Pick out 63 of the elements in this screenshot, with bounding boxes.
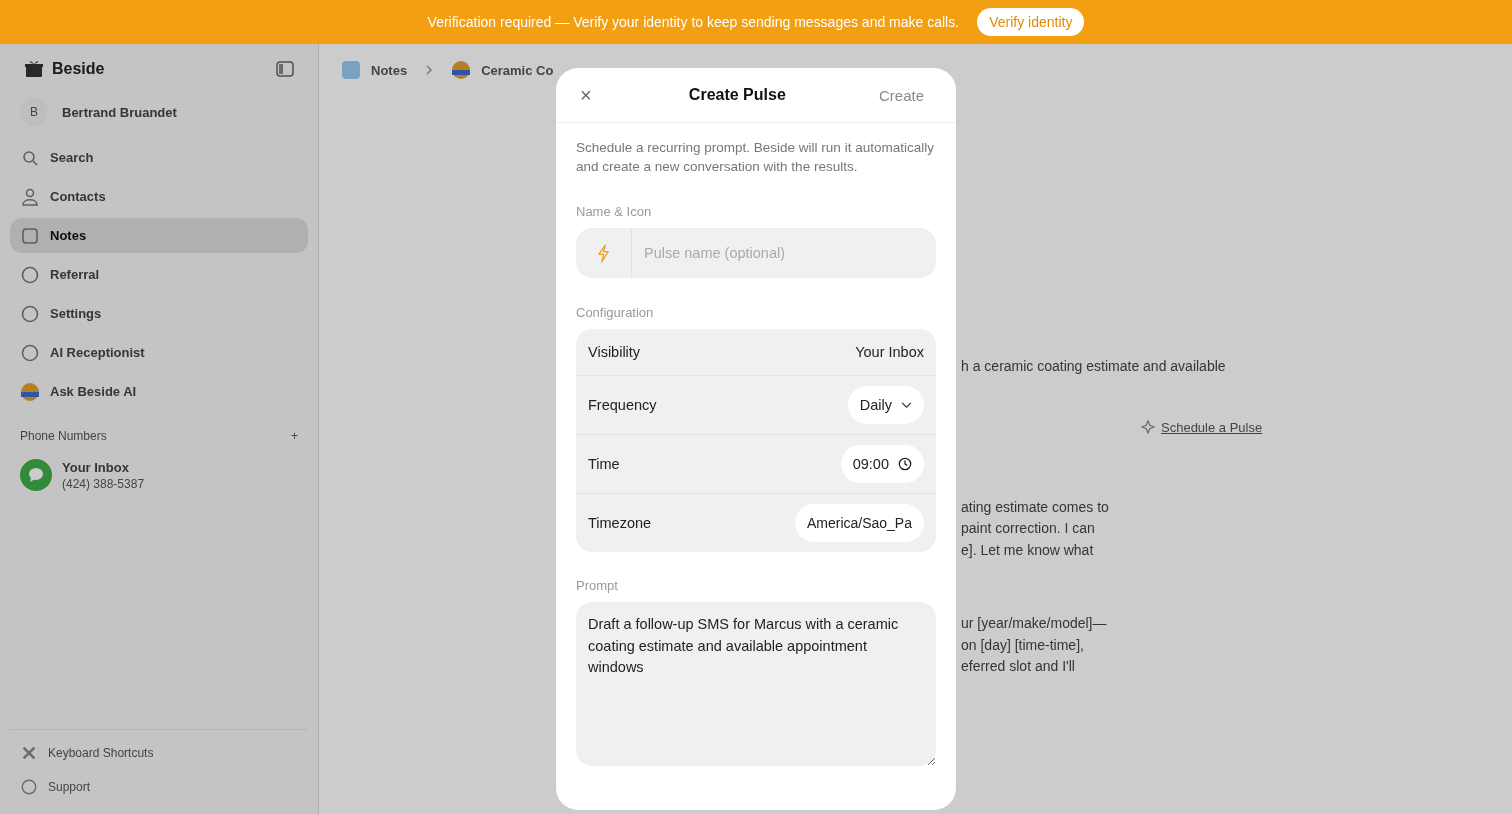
circle-icon — [20, 778, 38, 796]
sidebar-item[interactable]: Settings — [10, 296, 308, 331]
section-label: Configuration — [576, 305, 654, 320]
section-label: Name & Icon — [576, 204, 652, 219]
pulse-name-field[interactable]: Pulse name (optional) — [576, 228, 936, 278]
timezone-field[interactable]: America/Sao_Pa — [794, 504, 924, 542]
breadcrumb-link[interactable]: Notes — [371, 62, 408, 78]
brand-name: Beside — [52, 60, 106, 78]
message-text: e]. Let me know what — [961, 540, 1095, 560]
setting-label: Timezone — [588, 515, 652, 531]
prompt-field[interactable]: Draft a follow-up SMS for Marcus with a ceramic coating estimate and available appointment windows — [576, 602, 936, 766]
dialog-description: Schedule a recurring prompt. Beside will run it automatically and create a new conversation with the results. — [576, 139, 935, 176]
setting-label: Time — [588, 456, 620, 472]
user-name[interactable]: Bertrand Bruandet — [62, 104, 177, 120]
message-text: ating estimate comes to — [961, 497, 1110, 517]
sparkle-icon — [1141, 420, 1155, 434]
dialog-title: Create Pulse — [688, 86, 786, 104]
inbox-name[interactable]: Your Inbox — [62, 459, 145, 475]
square-icon — [20, 225, 40, 246]
chevron-down-icon — [901, 401, 912, 409]
pulse-name-input[interactable]: Pulse name (optional) — [632, 228, 936, 278]
section-label: Prompt — [576, 578, 618, 593]
sidebar-item[interactable]: Search — [10, 140, 308, 175]
person-icon — [20, 186, 40, 207]
time-field[interactable]: 09:00 — [840, 445, 924, 483]
message-text: paint correction. I can — [961, 519, 1096, 538]
sidebar-item[interactable]: Ask Beside AI — [10, 374, 308, 409]
footer-link[interactable]: Keyboard Shortcuts — [20, 744, 298, 762]
footer-link[interactable]: Support — [20, 778, 298, 796]
circle-icon — [20, 342, 40, 363]
banner-message: Verification required — Verify your identity to keep sending messages and make calls. — [427, 14, 960, 30]
sunset-icon — [20, 381, 40, 402]
chat-bubble-avatar-icon[interactable] — [20, 459, 52, 491]
setting-label: Visibility — [588, 344, 641, 360]
sidebar-item[interactable]: Referral — [10, 257, 308, 292]
gift-icon — [24, 59, 44, 79]
schedule-pulse-link[interactable]: Schedule a Pulse — [1161, 419, 1263, 435]
sidebar-toggle-icon[interactable] — [276, 61, 294, 77]
create-button[interactable]: Create — [878, 86, 936, 104]
message-text: ur [year/make/model]— — [961, 614, 1108, 633]
clock-icon — [898, 457, 912, 471]
section-title: Phone Numbers — [20, 429, 107, 443]
sidebar-item[interactable]: Notes — [10, 218, 308, 253]
lightning-icon[interactable] — [596, 243, 611, 263]
user-avatar[interactable]: B — [20, 98, 48, 126]
message-text: on [day] [time-time], — [961, 635, 1085, 655]
cross-icon — [20, 744, 38, 762]
chevron-right-icon — [425, 64, 434, 76]
inbox-phone-number: (424) 388-5387 — [62, 476, 145, 491]
sidebar-item[interactable]: AI Receptionist — [10, 335, 308, 370]
message-text: eferred slot and I'll — [961, 657, 1076, 676]
sidebar-item[interactable]: Contacts — [10, 179, 308, 214]
frequency-dropdown[interactable]: Daily — [847, 386, 924, 424]
sunset-icon — [451, 60, 472, 80]
note-icon — [341, 60, 361, 80]
message-text: h a ceramic coating estimate and available — [961, 357, 1227, 376]
circle-icon — [20, 264, 40, 285]
setting-value: Your Inbox — [855, 344, 924, 360]
breadcrumb-title: Ceramic Co — [481, 62, 554, 78]
circle-icon — [20, 303, 40, 324]
add-phone-number-button[interactable]: + — [291, 429, 298, 443]
setting-label: Frequency — [588, 397, 657, 413]
close-button[interactable]: × — [576, 83, 596, 107]
